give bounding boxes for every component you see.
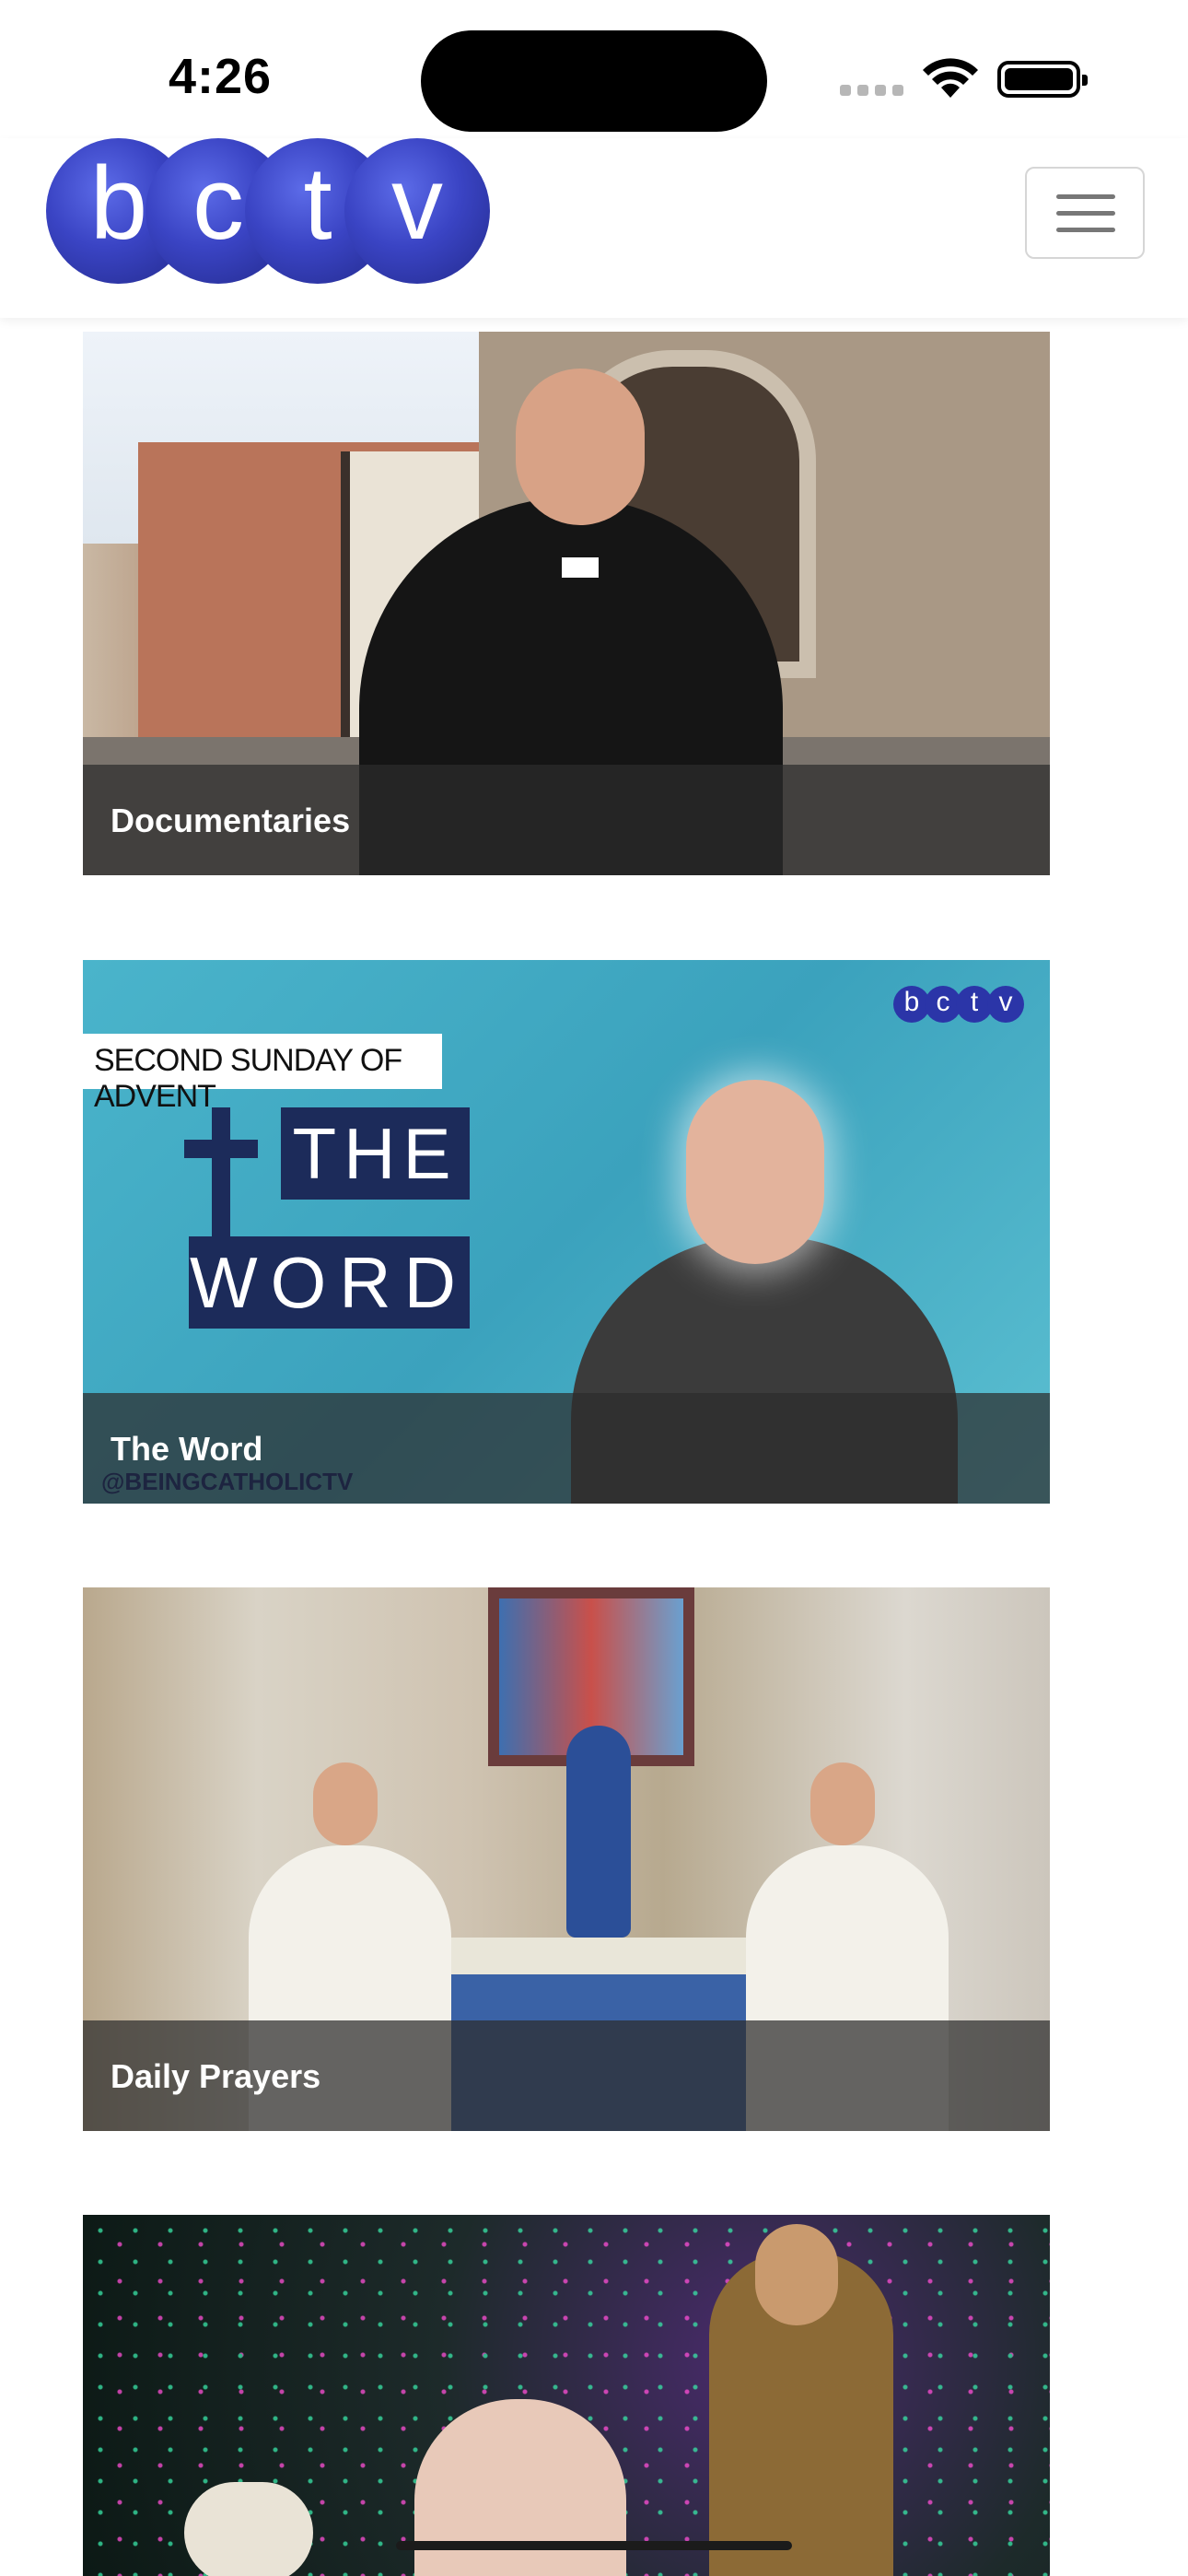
thumbnail-art bbox=[566, 1726, 631, 1938]
wifi-icon bbox=[923, 58, 978, 98]
card-title: Daily Prayers bbox=[111, 2057, 321, 2095]
thumbnail-art bbox=[755, 2224, 838, 2325]
thumbnail-title-line: WORD bbox=[189, 1236, 470, 1329]
status-time: 4:26 bbox=[169, 49, 273, 104]
battery-icon bbox=[997, 61, 1088, 98]
hamburger-icon bbox=[1056, 211, 1115, 216]
card-title: Documentaries bbox=[111, 802, 351, 839]
category-card-nativity[interactable] bbox=[83, 2215, 1050, 2576]
card-caption: Daily Prayers bbox=[83, 2020, 1050, 2131]
card-caption: Documentaries bbox=[83, 765, 1050, 875]
logo-letter: v bbox=[987, 986, 1024, 1023]
bctv-logo[interactable]: b c t v bbox=[46, 138, 490, 286]
menu-toggle-button[interactable] bbox=[1025, 167, 1145, 259]
thumbnail-art bbox=[184, 2482, 313, 2576]
status-bar: 4:26 bbox=[0, 0, 1188, 138]
hamburger-icon bbox=[1056, 228, 1115, 232]
category-card-the-word[interactable]: SECOND SUNDAY OF ADVENT THE WORD bctv Th… bbox=[83, 960, 1050, 1504]
thumbnail-handle: @BEINGCATHOLICTV bbox=[101, 1468, 354, 1495]
logo-letter: v bbox=[344, 138, 490, 284]
thumbnail-art bbox=[686, 1080, 824, 1264]
category-card-documentaries[interactable]: Documentaries bbox=[83, 332, 1050, 875]
cellular-signal-icon bbox=[840, 85, 904, 96]
hamburger-icon bbox=[1056, 194, 1115, 199]
category-card-daily-prayers[interactable]: Daily Prayers bbox=[83, 1587, 1050, 2131]
thumbnail-art bbox=[562, 557, 599, 578]
bctv-mini-logo: bctv bbox=[893, 986, 1024, 1025]
dynamic-island bbox=[421, 30, 767, 132]
thumbnail-tag: SECOND SUNDAY OF ADVENT bbox=[83, 1034, 442, 1114]
thumbnail-art bbox=[516, 369, 645, 525]
thumbnail-art bbox=[810, 1762, 875, 1845]
thumbnail-title-line: THE bbox=[281, 1107, 470, 1200]
card-title: The Word bbox=[111, 1430, 263, 1468]
thumbnail-tag-text: SECOND SUNDAY OF ADVENT bbox=[94, 1043, 402, 1114]
cross-icon bbox=[184, 1107, 258, 1246]
thumbnail-art bbox=[313, 1762, 378, 1845]
home-indicator[interactable] bbox=[396, 2541, 792, 2550]
